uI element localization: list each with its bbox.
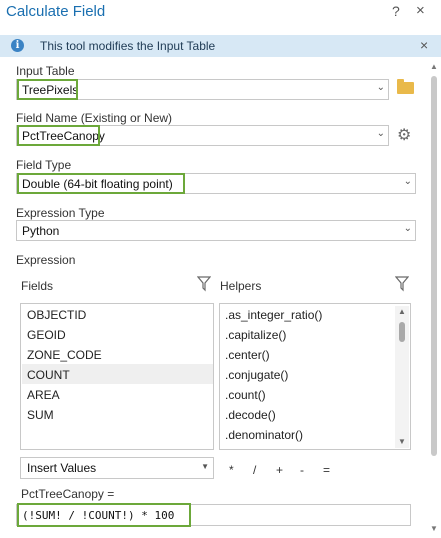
operator-subtract-button[interactable]: - (300, 463, 304, 477)
close-button[interactable]: × (416, 2, 425, 19)
input-table-label: Input Table (16, 64, 75, 78)
chevron-down-icon: ⌄ (403, 176, 412, 187)
title-bar: Calculate Field ? × (0, 0, 441, 26)
scroll-down-icon[interactable]: ▼ (398, 437, 406, 446)
scroll-thumb[interactable] (399, 322, 405, 342)
list-item[interactable]: SUM (27, 408, 54, 422)
expression-type-dropdown[interactable]: Python ⌄ (16, 220, 416, 241)
window-title: Calculate Field (6, 3, 106, 20)
fields-header: Fields (21, 279, 54, 293)
chevron-down-icon: ⌄ (403, 223, 412, 234)
list-item[interactable]: .denominator() (225, 428, 303, 442)
helpers-header: Helpers (220, 279, 262, 293)
input-table-highlight (17, 79, 78, 100)
help-button[interactable]: ? (392, 3, 400, 19)
scroll-thumb[interactable] (431, 76, 437, 456)
list-item[interactable]: ZONE_CODE (27, 348, 102, 362)
operator-divide-button[interactable]: / (253, 463, 256, 477)
list-item[interactable]: .center() (225, 348, 270, 362)
expression-highlight (17, 503, 191, 527)
expression-type-label: Expression Type (16, 206, 105, 220)
insert-values-dropdown[interactable]: Insert Values ▼ (20, 457, 214, 479)
expression-label: Expression (16, 253, 76, 267)
dropdown-arrow-icon: ▼ (201, 462, 209, 471)
list-item[interactable]: GEOID (27, 328, 66, 342)
scroll-down-icon[interactable]: ▼ (430, 524, 438, 533)
list-item[interactable]: AREA (27, 388, 60, 402)
info-bar: i This tool modifies the Input Table × (0, 35, 441, 57)
list-item[interactable]: .conjugate() (225, 368, 288, 382)
funnel-icon[interactable] (395, 276, 409, 292)
panel-scrollbar[interactable]: ▲ ▼ (429, 62, 439, 536)
chevron-down-icon: ⌄ (376, 128, 385, 139)
list-item[interactable]: .decode() (225, 408, 276, 422)
folder-icon[interactable] (397, 79, 414, 94)
gear-icon[interactable]: ⚙ (397, 125, 411, 145)
field-type-label: Field Type (16, 158, 72, 172)
chevron-down-icon: ⌄ (376, 82, 385, 93)
fields-list[interactable]: OBJECTID GEOID ZONE_CODE COUNT AREA SUM (20, 303, 214, 450)
expression-type-value: Python (22, 224, 60, 238)
scroll-up-icon[interactable]: ▲ (398, 307, 406, 316)
field-name-label: Field Name (Existing or New) (16, 111, 173, 125)
target-field-label: PctTreeCanopy = (21, 487, 115, 501)
info-icon: i (11, 39, 24, 52)
insert-values-label: Insert Values (27, 461, 97, 475)
helpers-list[interactable]: .as_integer_ratio() .capitalize() .cente… (219, 303, 411, 450)
list-item[interactable]: .as_integer_ratio() (225, 308, 322, 322)
field-type-highlight (17, 173, 185, 194)
info-message: This tool modifies the Input Table (40, 39, 216, 53)
operator-multiply-button[interactable]: * (229, 463, 234, 477)
funnel-icon[interactable] (197, 276, 211, 292)
info-close-button[interactable]: × (420, 37, 428, 53)
list-item[interactable]: COUNT (27, 368, 70, 382)
scroll-up-icon[interactable]: ▲ (430, 62, 438, 71)
list-item[interactable]: .count() (225, 388, 266, 402)
operator-equals-button[interactable]: = (323, 463, 330, 477)
field-name-highlight (17, 125, 100, 146)
list-item[interactable]: OBJECTID (27, 308, 86, 322)
helpers-scrollbar[interactable]: ▲ ▼ (395, 306, 409, 448)
list-item[interactable]: .capitalize() (225, 328, 286, 342)
operator-add-button[interactable]: + (276, 463, 283, 477)
